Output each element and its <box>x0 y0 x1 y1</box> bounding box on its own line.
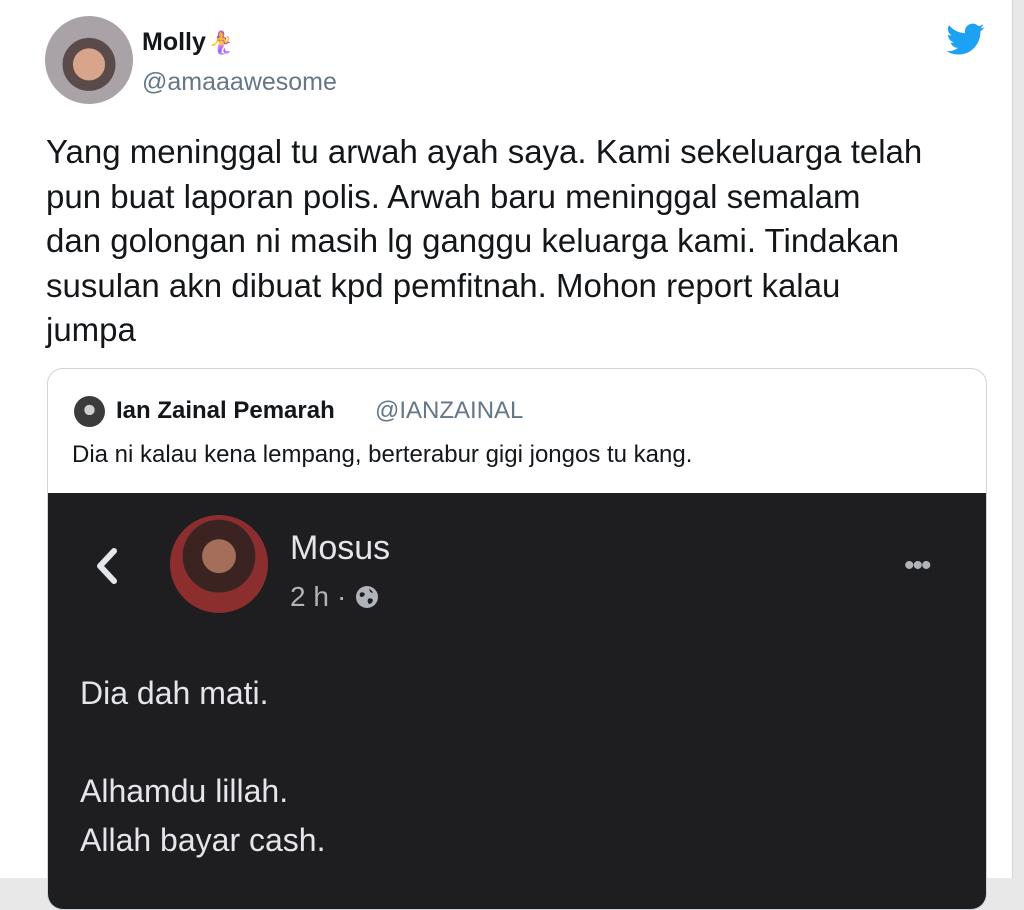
embedded-post-screenshot[interactable]: Mosus 2 h · ••• Dia dah mati. Alhamdu li… <box>48 493 986 909</box>
post-line: Dia dah mati. <box>80 675 269 711</box>
author-name[interactable]: Molly🧜‍♀️ <box>142 28 235 57</box>
quoted-tweet-text: Dia ni kalau kena lempang, berterabur gi… <box>72 441 693 468</box>
post-line: Allah bayar cash. <box>80 822 326 858</box>
post-meta: 2 h · <box>290 581 380 613</box>
post-line <box>80 718 325 767</box>
post-body: Dia dah mati. Alhamdu lillah. Allah baya… <box>80 669 325 865</box>
post-line: Alhamdu lillah. <box>80 773 289 809</box>
tweet-text: Yang meninggal tu arwah ayah saya. Kami … <box>46 133 923 348</box>
post-author-avatar <box>170 515 268 613</box>
author-emoji: 🧜‍♀️ <box>207 30 236 55</box>
tweet-card: Molly🧜‍♀️ @amaaawesome Yang meninggal tu… <box>0 0 1013 910</box>
more-horizontal-icon: ••• <box>904 549 931 582</box>
post-author-name: Mosus <box>290 529 391 567</box>
quoted-author-avatar <box>74 396 105 427</box>
quoted-author-name: Ian Zainal Pemarah <box>116 397 335 424</box>
quoted-author-handle: @IANZAINAL <box>375 397 524 424</box>
post-time: 2 h <box>290 581 329 612</box>
globe-icon <box>356 586 379 608</box>
author-avatar[interactable] <box>45 16 133 104</box>
author-name-text: Molly <box>142 28 206 56</box>
author-handle[interactable]: @amaaawesome <box>142 68 337 97</box>
quoted-tweet[interactable]: Ian Zainal Pemarah @IANZAINAL Dia ni kal… <box>47 368 987 910</box>
chevron-left-icon <box>97 548 117 584</box>
post-meta-separator: · <box>336 581 347 612</box>
twitter-bird-icon[interactable] <box>944 20 988 58</box>
